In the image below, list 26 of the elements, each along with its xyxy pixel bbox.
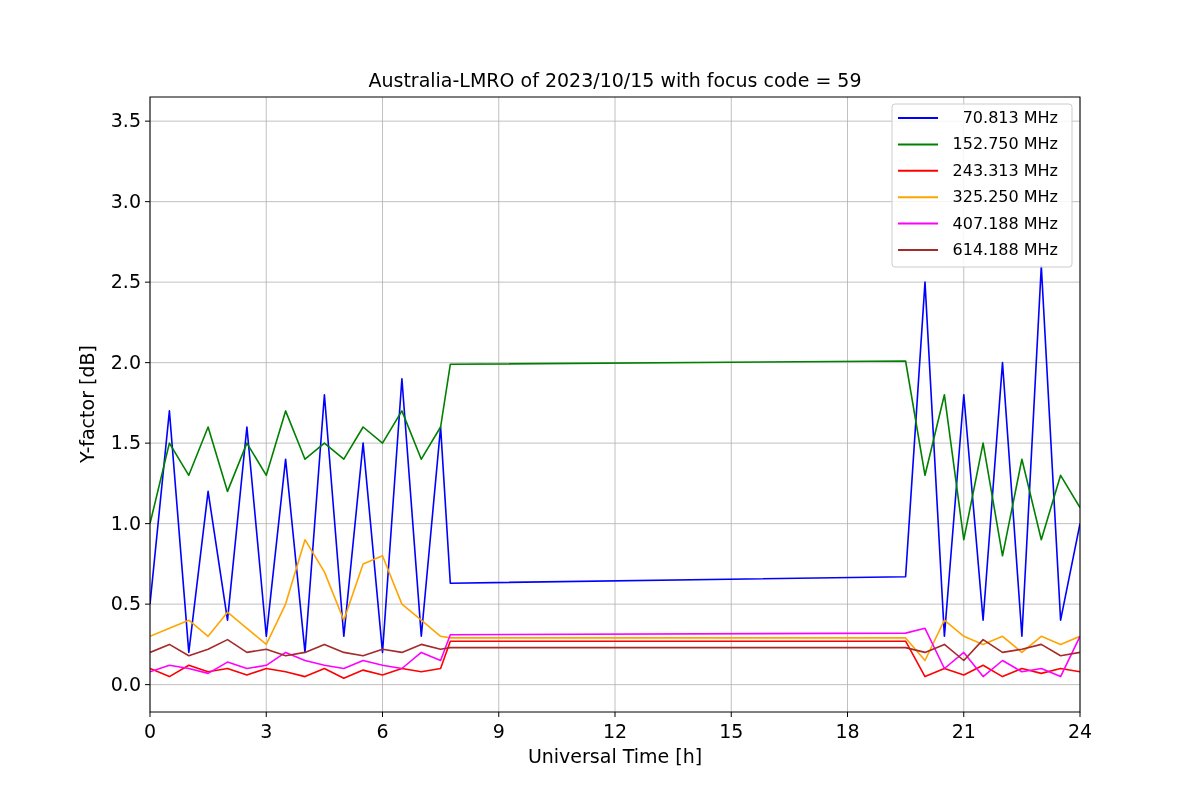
legend-label: 70.813 MHz <box>962 108 1058 127</box>
x-tick-label: 21 <box>951 720 976 742</box>
legend-label: 407.188 MHz <box>952 213 1058 233</box>
y-tick-label: 1.0 <box>110 511 141 534</box>
legend-label: 325.250 MHz <box>952 187 1058 207</box>
legend-label: 152.750 MHz <box>952 134 1058 154</box>
chart-title: Australia-LMRO of 2023/10/15 with focus code = 59 <box>368 69 862 91</box>
x-tick-label: 3 <box>260 720 273 742</box>
y-tick-label: 0.0 <box>110 672 141 695</box>
y-axis-label: Y-factor [dB] <box>76 345 98 463</box>
x-tick-label: 24 <box>1067 720 1093 742</box>
legend-label: 614.188 MHz <box>952 240 1058 259</box>
y-tick-label: 1.5 <box>110 431 141 454</box>
x-tick-label: 15 <box>719 720 744 742</box>
y-tick-label: 2.0 <box>110 350 141 373</box>
y-tick-label: 0.5 <box>110 592 141 615</box>
x-tick-label: 0 <box>143 720 157 742</box>
y-tick-label: 3.0 <box>110 189 141 212</box>
y-tick-label: 2.5 <box>110 270 141 293</box>
x-tick-label: 6 <box>376 720 389 742</box>
x-tick-label: 12 <box>602 720 628 742</box>
x-tick-label: 18 <box>835 720 860 742</box>
x-axis-label: Universal Time [h] <box>527 745 703 767</box>
legend-label: 243.313 MHz <box>952 160 1058 180</box>
y-tick-label: 3.5 <box>110 109 141 132</box>
x-tick-label: 9 <box>492 720 505 742</box>
